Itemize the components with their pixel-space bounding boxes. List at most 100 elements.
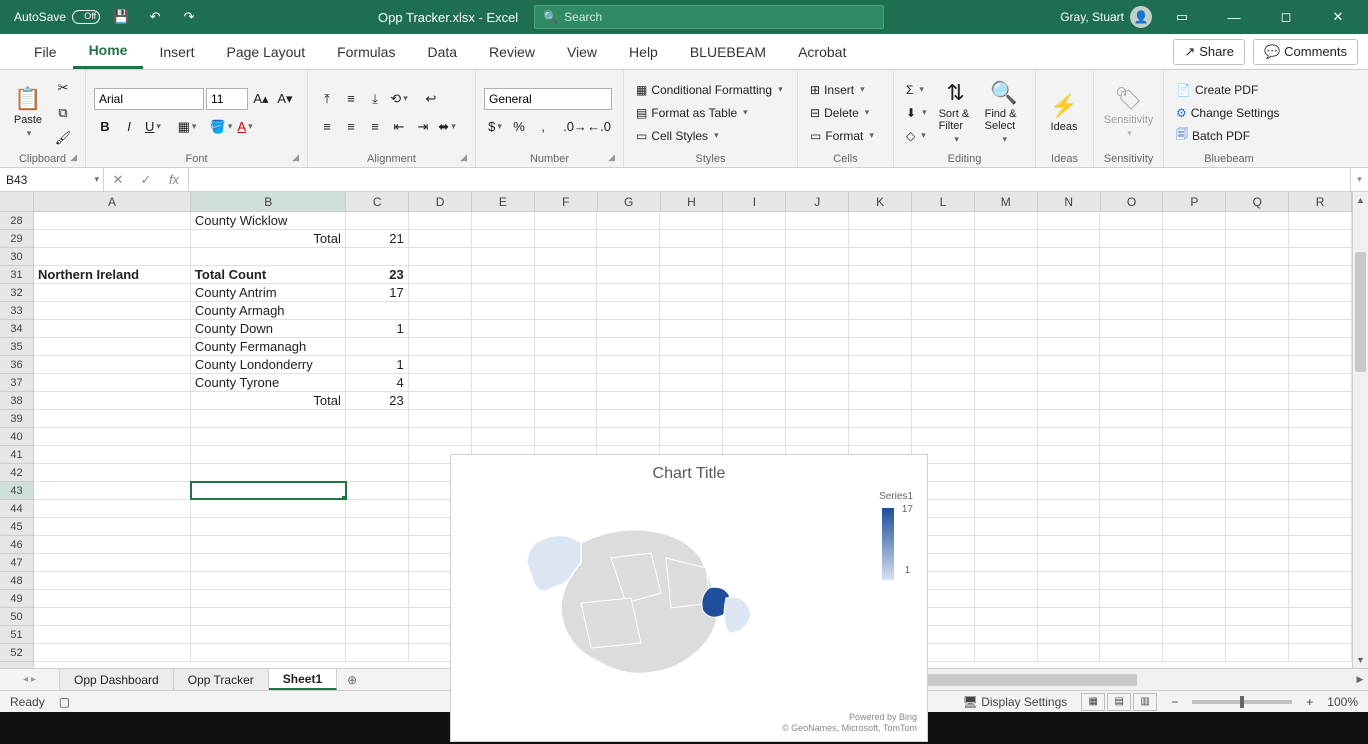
comma-icon[interactable]: , — [532, 116, 554, 138]
cell-A48[interactable] — [34, 572, 191, 589]
cell-O36[interactable] — [1100, 356, 1163, 373]
cell-P33[interactable] — [1163, 302, 1226, 319]
tab-file[interactable]: File — [18, 34, 73, 69]
undo-icon[interactable]: ↶ — [142, 4, 168, 30]
cell-H37[interactable] — [660, 374, 723, 391]
cell-B43[interactable] — [191, 482, 346, 499]
tab-home[interactable]: Home — [73, 34, 144, 69]
cell-L39[interactable] — [912, 410, 975, 427]
cell-B41[interactable] — [191, 446, 346, 463]
cell-O35[interactable] — [1100, 338, 1163, 355]
cell-P35[interactable] — [1163, 338, 1226, 355]
cell-I40[interactable] — [723, 428, 786, 445]
cell-P36[interactable] — [1163, 356, 1226, 373]
cell-B44[interactable] — [191, 500, 346, 517]
display-settings-button[interactable]: 🖥 Display Settings — [963, 695, 1068, 709]
cell-Q31[interactable] — [1226, 266, 1289, 283]
cell-N43[interactable] — [1038, 482, 1101, 499]
cell-P30[interactable] — [1163, 248, 1226, 265]
cell-A29[interactable] — [34, 230, 191, 247]
search-input[interactable]: 🔍 Search — [534, 5, 884, 29]
cell-K32[interactable] — [849, 284, 912, 301]
cell-D39[interactable] — [409, 410, 472, 427]
cell-H30[interactable] — [660, 248, 723, 265]
cell-F31[interactable] — [535, 266, 598, 283]
sort-filter-button[interactable]: ⇅Sort & Filter▾ — [935, 78, 977, 147]
cell-P32[interactable] — [1163, 284, 1226, 301]
user-account[interactable]: Gray, Stuart 👤 — [1060, 6, 1152, 28]
select-all-corner[interactable] — [0, 192, 34, 212]
cell-B39[interactable] — [191, 410, 346, 427]
cell-C47[interactable] — [346, 554, 409, 571]
close-icon[interactable]: ✕ — [1316, 0, 1360, 34]
cell-C49[interactable] — [346, 590, 409, 607]
cell-K34[interactable] — [849, 320, 912, 337]
cell-F36[interactable] — [535, 356, 598, 373]
cell-J35[interactable] — [786, 338, 849, 355]
insert-cells-button[interactable]: ⊞Insert▾ — [806, 80, 878, 100]
row-header-42[interactable]: 42 — [0, 464, 33, 482]
row-header-35[interactable]: 35 — [0, 338, 33, 356]
conditional-formatting-button[interactable]: ▦Conditional Formatting▾ — [632, 80, 787, 100]
row-header-51[interactable]: 51 — [0, 626, 33, 644]
merge-center-icon[interactable]: ⬌▾ — [436, 116, 458, 138]
cell-styles-button[interactable]: ▭Cell Styles▾ — [632, 126, 787, 146]
scroll-right-icon[interactable]: ▶ — [1352, 674, 1368, 685]
cell-N51[interactable] — [1038, 626, 1101, 643]
cell-E39[interactable] — [472, 410, 535, 427]
cell-B45[interactable] — [191, 518, 346, 535]
cell-J37[interactable] — [786, 374, 849, 391]
cell-C46[interactable] — [346, 536, 409, 553]
align-left-icon[interactable]: ≡ — [316, 116, 338, 138]
column-header-M[interactable]: M — [975, 192, 1038, 211]
cell-F35[interactable] — [535, 338, 598, 355]
cell-R41[interactable] — [1289, 446, 1352, 463]
cell-C36[interactable]: 1 — [346, 356, 409, 373]
tab-view[interactable]: View — [551, 34, 613, 69]
cell-O50[interactable] — [1100, 608, 1163, 625]
cell-A31[interactable]: Northern Ireland — [34, 266, 191, 283]
cell-G29[interactable] — [597, 230, 660, 247]
cell-N42[interactable] — [1038, 464, 1101, 481]
font-name-input[interactable] — [94, 88, 204, 110]
cell-R42[interactable] — [1289, 464, 1352, 481]
cell-H35[interactable] — [660, 338, 723, 355]
row-header-49[interactable]: 49 — [0, 590, 33, 608]
cell-E31[interactable] — [472, 266, 535, 283]
fill-color-icon[interactable]: 🪣▾ — [210, 116, 232, 138]
number-format-select[interactable] — [484, 88, 612, 110]
cell-H40[interactable] — [660, 428, 723, 445]
cell-K28[interactable] — [849, 212, 912, 229]
cell-P50[interactable] — [1163, 608, 1226, 625]
share-button[interactable]: ↗Share — [1173, 39, 1245, 65]
page-layout-view-icon[interactable]: ▤ — [1107, 693, 1131, 711]
find-select-button[interactable]: 🔍Find & Select▾ — [981, 78, 1027, 147]
row-header-36[interactable]: 36 — [0, 356, 33, 374]
add-sheet-button[interactable]: ⊕ — [337, 669, 367, 690]
cell-I30[interactable] — [723, 248, 786, 265]
redo-icon[interactable]: ↷ — [176, 4, 202, 30]
horizontal-scrollbar[interactable]: ◀ ▶ — [858, 669, 1368, 690]
cell-Q47[interactable] — [1226, 554, 1289, 571]
cell-L29[interactable] — [912, 230, 975, 247]
cell-M35[interactable] — [975, 338, 1038, 355]
cell-M28[interactable] — [975, 212, 1038, 229]
column-header-H[interactable]: H — [661, 192, 724, 211]
align-top-icon[interactable]: ⤒ — [316, 88, 338, 110]
tab-acrobat[interactable]: Acrobat — [782, 34, 862, 69]
cell-D35[interactable] — [409, 338, 472, 355]
cell-R35[interactable] — [1289, 338, 1352, 355]
row-header-33[interactable]: 33 — [0, 302, 33, 320]
cell-L31[interactable] — [912, 266, 975, 283]
cell-A42[interactable] — [34, 464, 191, 481]
cell-M39[interactable] — [975, 410, 1038, 427]
cell-E38[interactable] — [472, 392, 535, 409]
clipboard-dialog-icon[interactable]: ◢ — [70, 152, 77, 163]
cell-F32[interactable] — [535, 284, 598, 301]
cell-M33[interactable] — [975, 302, 1038, 319]
cell-Q42[interactable] — [1226, 464, 1289, 481]
name-box[interactable]: B43▾ — [0, 168, 104, 191]
cell-Q28[interactable] — [1226, 212, 1289, 229]
cell-R33[interactable] — [1289, 302, 1352, 319]
cell-F37[interactable] — [535, 374, 598, 391]
